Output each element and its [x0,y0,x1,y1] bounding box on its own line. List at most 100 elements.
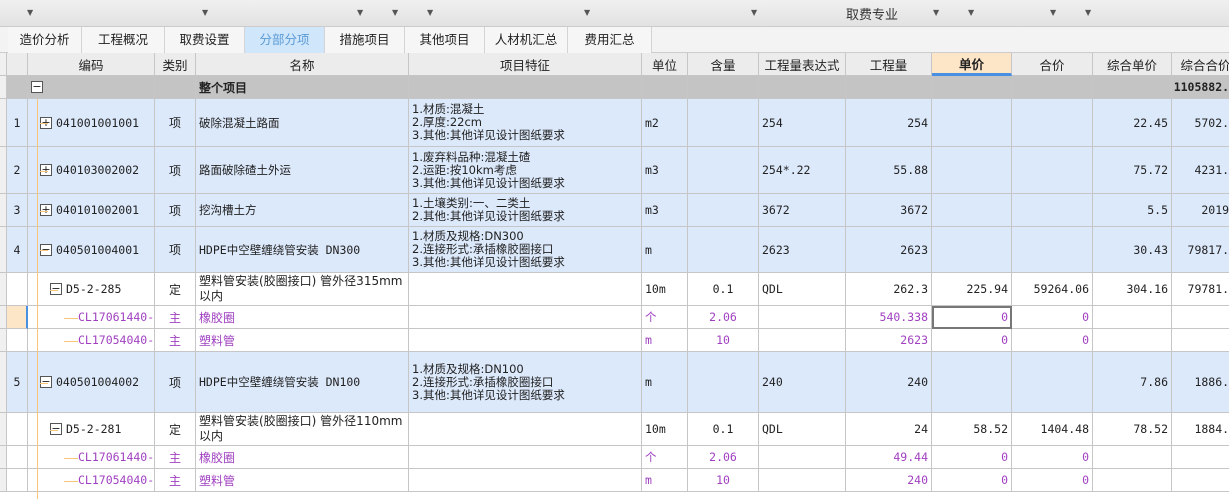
tab-2[interactable]: 取费设置 [165,27,245,53]
cell-amount[interactable]: 540.338 [846,306,932,329]
cell-expr[interactable]: 2623 [759,227,846,273]
row-gutter[interactable] [0,306,7,329]
cell-features[interactable] [409,273,642,306]
cell-amount[interactable]: 24 [846,413,932,446]
cell-features[interactable] [409,413,642,446]
cell-no[interactable]: 2 [7,147,28,194]
row-gutter[interactable] [0,194,7,227]
cell-sum[interactable] [1012,352,1093,413]
tab-0[interactable]: 造价分析 [8,27,82,53]
cell-unit_price[interactable]: 30.43 [1093,227,1172,273]
cell-amount[interactable]: 2623 [846,227,932,273]
cell-price[interactable]: 0 [932,469,1012,492]
cell-amount[interactable]: 55.88 [846,147,932,194]
dropdown-arrow-icon[interactable]: ▼ [27,8,33,17]
table-row[interactable]: − D5-2-281 定 塑料管安装(胶圈接口) 管外径110mm以内 10m 0.1 QD… [0,413,1229,446]
cell-expr[interactable]: 3672 [759,194,846,227]
cell-code[interactable]: CL17061440-1 [28,446,155,469]
cell-unit_price[interactable]: 7.86 [1093,352,1172,413]
column-header-2[interactable]: 编码 [28,53,155,76]
cell-price[interactable]: 0 [932,306,1012,329]
cell-name[interactable]: 路面破除碴土外运 [196,147,409,194]
cell-type[interactable]: 项 [155,227,196,273]
cell-amount[interactable]: 3672 [846,194,932,227]
cell-features[interactable]: 1.材质及规格:DN100 2.连接形式:承插橡胶圈接口 3.其他:其他详见设计图纸… [409,352,642,413]
cell-sum[interactable] [1012,147,1093,194]
tab-5[interactable]: 其他项目 [405,27,485,53]
cell-features[interactable] [409,329,642,352]
cell-no[interactable] [7,469,28,492]
cell-sum[interactable] [1012,227,1093,273]
cell-no[interactable] [7,329,28,352]
column-header-12[interactable]: 综合单价 [1093,53,1172,76]
cell-sum[interactable]: 0 [1012,446,1093,469]
cell-type[interactable]: 项 [155,99,196,147]
cell-qty[interactable]: 10 [688,469,759,492]
column-header-13[interactable]: 综合合价 [1172,53,1229,76]
summary-cell[interactable] [0,76,7,99]
grid-header[interactable]: 编码 类别 名称 项目特征 单位 含量 工程量表达式 工程量 单价 合价 综合单价 综合合价 [0,53,1229,76]
cell-code[interactable]: +040101002001 [28,194,155,227]
dropdown-arrow-icon[interactable]: ▼ [933,8,939,17]
fee-specialty-label[interactable]: 取费专业 [846,4,898,23]
cell-type[interactable]: 主 [155,469,196,492]
cell-expr[interactable] [759,469,846,492]
cell-price[interactable]: 0 [932,446,1012,469]
dropdown-arrow-icon[interactable]: ▼ [584,8,590,17]
column-header-11[interactable]: 合价 [1012,53,1093,76]
tab-4[interactable]: 措施项目 [325,27,405,53]
cell-code[interactable]: − D5-2-281 [28,413,155,446]
cell-unit_price[interactable]: 22.45 [1093,99,1172,147]
column-header-6[interactable]: 单位 [642,53,688,76]
cell-no[interactable]: 1 [7,99,28,147]
cell-name[interactable]: HDPE中空壁缠绕管安装 DN100 [196,352,409,413]
row-gutter[interactable] [0,469,7,492]
cell-total[interactable]: 1886.4 [1172,352,1229,413]
dropdown-arrow-icon[interactable]: ▼ [202,8,208,17]
summary-cell[interactable] [688,76,759,99]
cell-unit_price[interactable] [1093,469,1172,492]
cell-features[interactable]: 1.废弃料品种:混凝土碴 2.运距:按10km考虑 3.其他:其他详见设计图纸要求 [409,147,642,194]
cell-name[interactable]: 橡胶圈 [196,446,409,469]
cell-sum[interactable] [1012,194,1093,227]
cell-total[interactable]: 1884.4 [1172,413,1229,446]
table-row[interactable]: CL17054040-1 主 塑料管 m 10 2623 0 0 [0,329,1229,352]
summary-cell[interactable] [409,76,642,99]
column-header-9[interactable]: 工程量 [846,53,932,76]
collapse-toggle-icon[interactable]: − [31,81,43,93]
cell-name[interactable]: HDPE中空壁缠绕管安装 DN300 [196,227,409,273]
cell-expr[interactable]: 254 [759,99,846,147]
table-row[interactable]: 4 −040501004001 项 HDPE中空壁缠绕管安装 DN300 1.材质及规格… [0,227,1229,273]
cell-sum[interactable] [1012,99,1093,147]
row-gutter[interactable] [0,99,7,147]
cell-unit[interactable]: 个 [642,306,688,329]
cell-type[interactable]: 定 [155,273,196,306]
cell-total[interactable] [1172,469,1229,492]
cell-sum[interactable]: 1404.48 [1012,413,1093,446]
cell-sum[interactable]: 0 [1012,329,1093,352]
cell-unit_price[interactable]: 5.5 [1093,194,1172,227]
table-row[interactable]: CL17061440-1 主 橡胶圈 个 2.06 540.338 0 0 [0,306,1229,329]
dropdown-arrow-icon[interactable]: ▼ [427,8,433,17]
cell-no[interactable]: 4 [7,227,28,273]
dropdown-arrow-icon[interactable]: ▼ [968,8,974,17]
cell-name[interactable]: 破除混凝土路面 [196,99,409,147]
table-row[interactable]: 5 −040501004002 项 HDPE中空壁缠绕管安装 DN100 1.材质及规格… [0,352,1229,413]
cell-qty[interactable]: 0.1 [688,273,759,306]
summary-cell[interactable]: 整个项目 [196,76,409,99]
cell-sum[interactable]: 0 [1012,469,1093,492]
cell-unit[interactable]: m3 [642,194,688,227]
cell-qty[interactable]: 2.06 [688,446,759,469]
cell-code[interactable]: −040501004001 [28,227,155,273]
cell-amount[interactable]: 240 [846,352,932,413]
cell-type[interactable]: 项 [155,352,196,413]
cell-sum[interactable]: 0 [1012,306,1093,329]
cell-no[interactable] [7,273,28,306]
cell-type[interactable]: 主 [155,329,196,352]
tab-1[interactable]: 工程概况 [82,27,165,53]
summary-cell[interactable] [1012,76,1093,99]
cell-no[interactable]: 5 [7,352,28,413]
cell-amount[interactable]: 49.44 [846,446,932,469]
cell-qty[interactable] [688,227,759,273]
cell-type[interactable]: 项 [155,194,196,227]
